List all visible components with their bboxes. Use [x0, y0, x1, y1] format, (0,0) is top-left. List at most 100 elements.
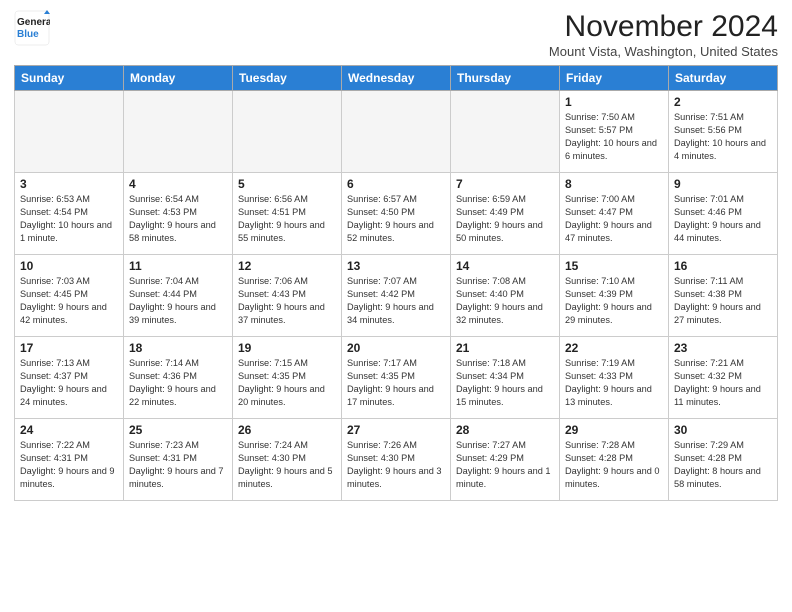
day-info: Sunrise: 7:08 AM Sunset: 4:40 PM Dayligh… — [456, 275, 554, 327]
location: Mount Vista, Washington, United States — [549, 44, 778, 59]
calendar-week-2: 3 Sunrise: 6:53 AM Sunset: 4:54 PM Daylig… — [15, 173, 778, 255]
day-info: Sunrise: 7:27 AM Sunset: 4:29 PM Dayligh… — [456, 439, 554, 491]
calendar-week-4: 17 Sunrise: 7:13 AM Sunset: 4:37 PM Dayli… — [15, 337, 778, 419]
calendar-cell — [342, 91, 451, 173]
day-info: Sunrise: 7:28 AM Sunset: 4:28 PM Dayligh… — [565, 439, 663, 491]
day-number: 2 — [674, 95, 772, 109]
calendar-cell: 25 Sunrise: 7:23 AM Sunset: 4:31 PM Dayli… — [124, 419, 233, 501]
day-info: Sunrise: 7:15 AM Sunset: 4:35 PM Dayligh… — [238, 357, 336, 409]
day-number: 22 — [565, 341, 663, 355]
day-info: Sunrise: 7:10 AM Sunset: 4:39 PM Dayligh… — [565, 275, 663, 327]
day-info: Sunrise: 7:29 AM Sunset: 4:28 PM Dayligh… — [674, 439, 772, 491]
day-info: Sunrise: 7:13 AM Sunset: 4:37 PM Dayligh… — [20, 357, 118, 409]
calendar-cell: 10 Sunrise: 7:03 AM Sunset: 4:45 PM Dayli… — [15, 255, 124, 337]
day-number: 17 — [20, 341, 118, 355]
day-number: 6 — [347, 177, 445, 191]
day-info: Sunrise: 7:03 AM Sunset: 4:45 PM Dayligh… — [20, 275, 118, 327]
day-number: 16 — [674, 259, 772, 273]
calendar-cell: 26 Sunrise: 7:24 AM Sunset: 4:30 PM Dayli… — [233, 419, 342, 501]
day-number: 11 — [129, 259, 227, 273]
title-block: November 2024 Mount Vista, Washington, U… — [549, 10, 778, 59]
day-number: 29 — [565, 423, 663, 437]
col-tuesday: Tuesday — [233, 66, 342, 91]
calendar-cell: 5 Sunrise: 6:56 AM Sunset: 4:51 PM Daylig… — [233, 173, 342, 255]
calendar-cell: 19 Sunrise: 7:15 AM Sunset: 4:35 PM Dayli… — [233, 337, 342, 419]
day-info: Sunrise: 7:17 AM Sunset: 4:35 PM Dayligh… — [347, 357, 445, 409]
day-info: Sunrise: 6:54 AM Sunset: 4:53 PM Dayligh… — [129, 193, 227, 245]
day-info: Sunrise: 7:26 AM Sunset: 4:30 PM Dayligh… — [347, 439, 445, 491]
day-info: Sunrise: 7:22 AM Sunset: 4:31 PM Dayligh… — [20, 439, 118, 491]
calendar-cell: 1 Sunrise: 7:50 AM Sunset: 5:57 PM Daylig… — [560, 91, 669, 173]
header: General Blue November 2024 Mount Vista, … — [14, 10, 778, 59]
calendar-cell: 22 Sunrise: 7:19 AM Sunset: 4:33 PM Dayli… — [560, 337, 669, 419]
day-number: 3 — [20, 177, 118, 191]
calendar-cell: 11 Sunrise: 7:04 AM Sunset: 4:44 PM Dayli… — [124, 255, 233, 337]
svg-text:Blue: Blue — [17, 29, 39, 40]
calendar-cell — [451, 91, 560, 173]
calendar-week-3: 10 Sunrise: 7:03 AM Sunset: 4:45 PM Dayli… — [15, 255, 778, 337]
day-info: Sunrise: 7:07 AM Sunset: 4:42 PM Dayligh… — [347, 275, 445, 327]
day-number: 4 — [129, 177, 227, 191]
calendar-cell: 13 Sunrise: 7:07 AM Sunset: 4:42 PM Dayli… — [342, 255, 451, 337]
day-number: 13 — [347, 259, 445, 273]
day-info: Sunrise: 7:04 AM Sunset: 4:44 PM Dayligh… — [129, 275, 227, 327]
day-number: 8 — [565, 177, 663, 191]
calendar-cell: 16 Sunrise: 7:11 AM Sunset: 4:38 PM Dayli… — [669, 255, 778, 337]
day-info: Sunrise: 7:23 AM Sunset: 4:31 PM Dayligh… — [129, 439, 227, 491]
day-info: Sunrise: 6:59 AM Sunset: 4:49 PM Dayligh… — [456, 193, 554, 245]
col-wednesday: Wednesday — [342, 66, 451, 91]
logo-svg: General Blue — [14, 10, 50, 46]
calendar-cell: 4 Sunrise: 6:54 AM Sunset: 4:53 PM Daylig… — [124, 173, 233, 255]
day-info: Sunrise: 7:11 AM Sunset: 4:38 PM Dayligh… — [674, 275, 772, 327]
calendar-cell: 15 Sunrise: 7:10 AM Sunset: 4:39 PM Dayli… — [560, 255, 669, 337]
day-info: Sunrise: 7:01 AM Sunset: 4:46 PM Dayligh… — [674, 193, 772, 245]
day-number: 1 — [565, 95, 663, 109]
day-number: 24 — [20, 423, 118, 437]
calendar-cell: 28Sunrise: 7:27 AM Sunset: 4:29 PM Dayli… — [451, 419, 560, 501]
day-number: 9 — [674, 177, 772, 191]
day-info: Sunrise: 7:19 AM Sunset: 4:33 PM Dayligh… — [565, 357, 663, 409]
page: General Blue November 2024 Mount Vista, … — [0, 0, 792, 612]
calendar-cell: 27 Sunrise: 7:26 AM Sunset: 4:30 PM Dayli… — [342, 419, 451, 501]
day-info: Sunrise: 7:50 AM Sunset: 5:57 PM Dayligh… — [565, 111, 663, 163]
day-number: 14 — [456, 259, 554, 273]
calendar-cell: 8 Sunrise: 7:00 AM Sunset: 4:47 PM Daylig… — [560, 173, 669, 255]
col-saturday: Saturday — [669, 66, 778, 91]
day-info: Sunrise: 7:51 AM Sunset: 5:56 PM Dayligh… — [674, 111, 772, 163]
day-number: 10 — [20, 259, 118, 273]
day-info: Sunrise: 6:57 AM Sunset: 4:50 PM Dayligh… — [347, 193, 445, 245]
day-number: 23 — [674, 341, 772, 355]
col-thursday: Thursday — [451, 66, 560, 91]
day-info: Sunrise: 7:14 AM Sunset: 4:36 PM Dayligh… — [129, 357, 227, 409]
calendar-header-row: Sunday Monday Tuesday Wednesday Thursday… — [15, 66, 778, 91]
calendar-table: Sunday Monday Tuesday Wednesday Thursday… — [14, 65, 778, 501]
logo: General Blue — [14, 10, 50, 46]
day-info: Sunrise: 7:00 AM Sunset: 4:47 PM Dayligh… — [565, 193, 663, 245]
day-number: 19 — [238, 341, 336, 355]
day-number: 5 — [238, 177, 336, 191]
day-number: 7 — [456, 177, 554, 191]
calendar-cell: 6 Sunrise: 6:57 AM Sunset: 4:50 PM Daylig… — [342, 173, 451, 255]
day-info: Sunrise: 7:24 AM Sunset: 4:30 PM Dayligh… — [238, 439, 336, 491]
day-info: Sunrise: 7:06 AM Sunset: 4:43 PM Dayligh… — [238, 275, 336, 327]
calendar-cell — [15, 91, 124, 173]
calendar-cell: 29 Sunrise: 7:28 AM Sunset: 4:28 PM Dayli… — [560, 419, 669, 501]
calendar-cell: 7 Sunrise: 6:59 AM Sunset: 4:49 PM Daylig… — [451, 173, 560, 255]
calendar-cell: 17 Sunrise: 7:13 AM Sunset: 4:37 PM Dayli… — [15, 337, 124, 419]
calendar-cell: 24 Sunrise: 7:22 AM Sunset: 4:31 PM Dayli… — [15, 419, 124, 501]
calendar-cell: 12 Sunrise: 7:06 AM Sunset: 4:43 PM Dayli… — [233, 255, 342, 337]
col-monday: Monday — [124, 66, 233, 91]
day-number: 21 — [456, 341, 554, 355]
calendar-cell: 21 Sunrise: 7:18 AM Sunset: 4:34 PM Dayli… — [451, 337, 560, 419]
calendar-cell: 30Sunrise: 7:29 AM Sunset: 4:28 PM Dayli… — [669, 419, 778, 501]
day-number: 25 — [129, 423, 227, 437]
day-info: Sunrise: 7:18 AM Sunset: 4:34 PM Dayligh… — [456, 357, 554, 409]
day-info: Sunrise: 6:53 AM Sunset: 4:54 PM Dayligh… — [20, 193, 118, 245]
day-number: 27 — [347, 423, 445, 437]
day-number: 26 — [238, 423, 336, 437]
calendar-cell: 9 Sunrise: 7:01 AM Sunset: 4:46 PM Daylig… — [669, 173, 778, 255]
day-info: Sunrise: 6:56 AM Sunset: 4:51 PM Dayligh… — [238, 193, 336, 245]
day-number: 15 — [565, 259, 663, 273]
calendar-cell — [233, 91, 342, 173]
day-number: 12 — [238, 259, 336, 273]
